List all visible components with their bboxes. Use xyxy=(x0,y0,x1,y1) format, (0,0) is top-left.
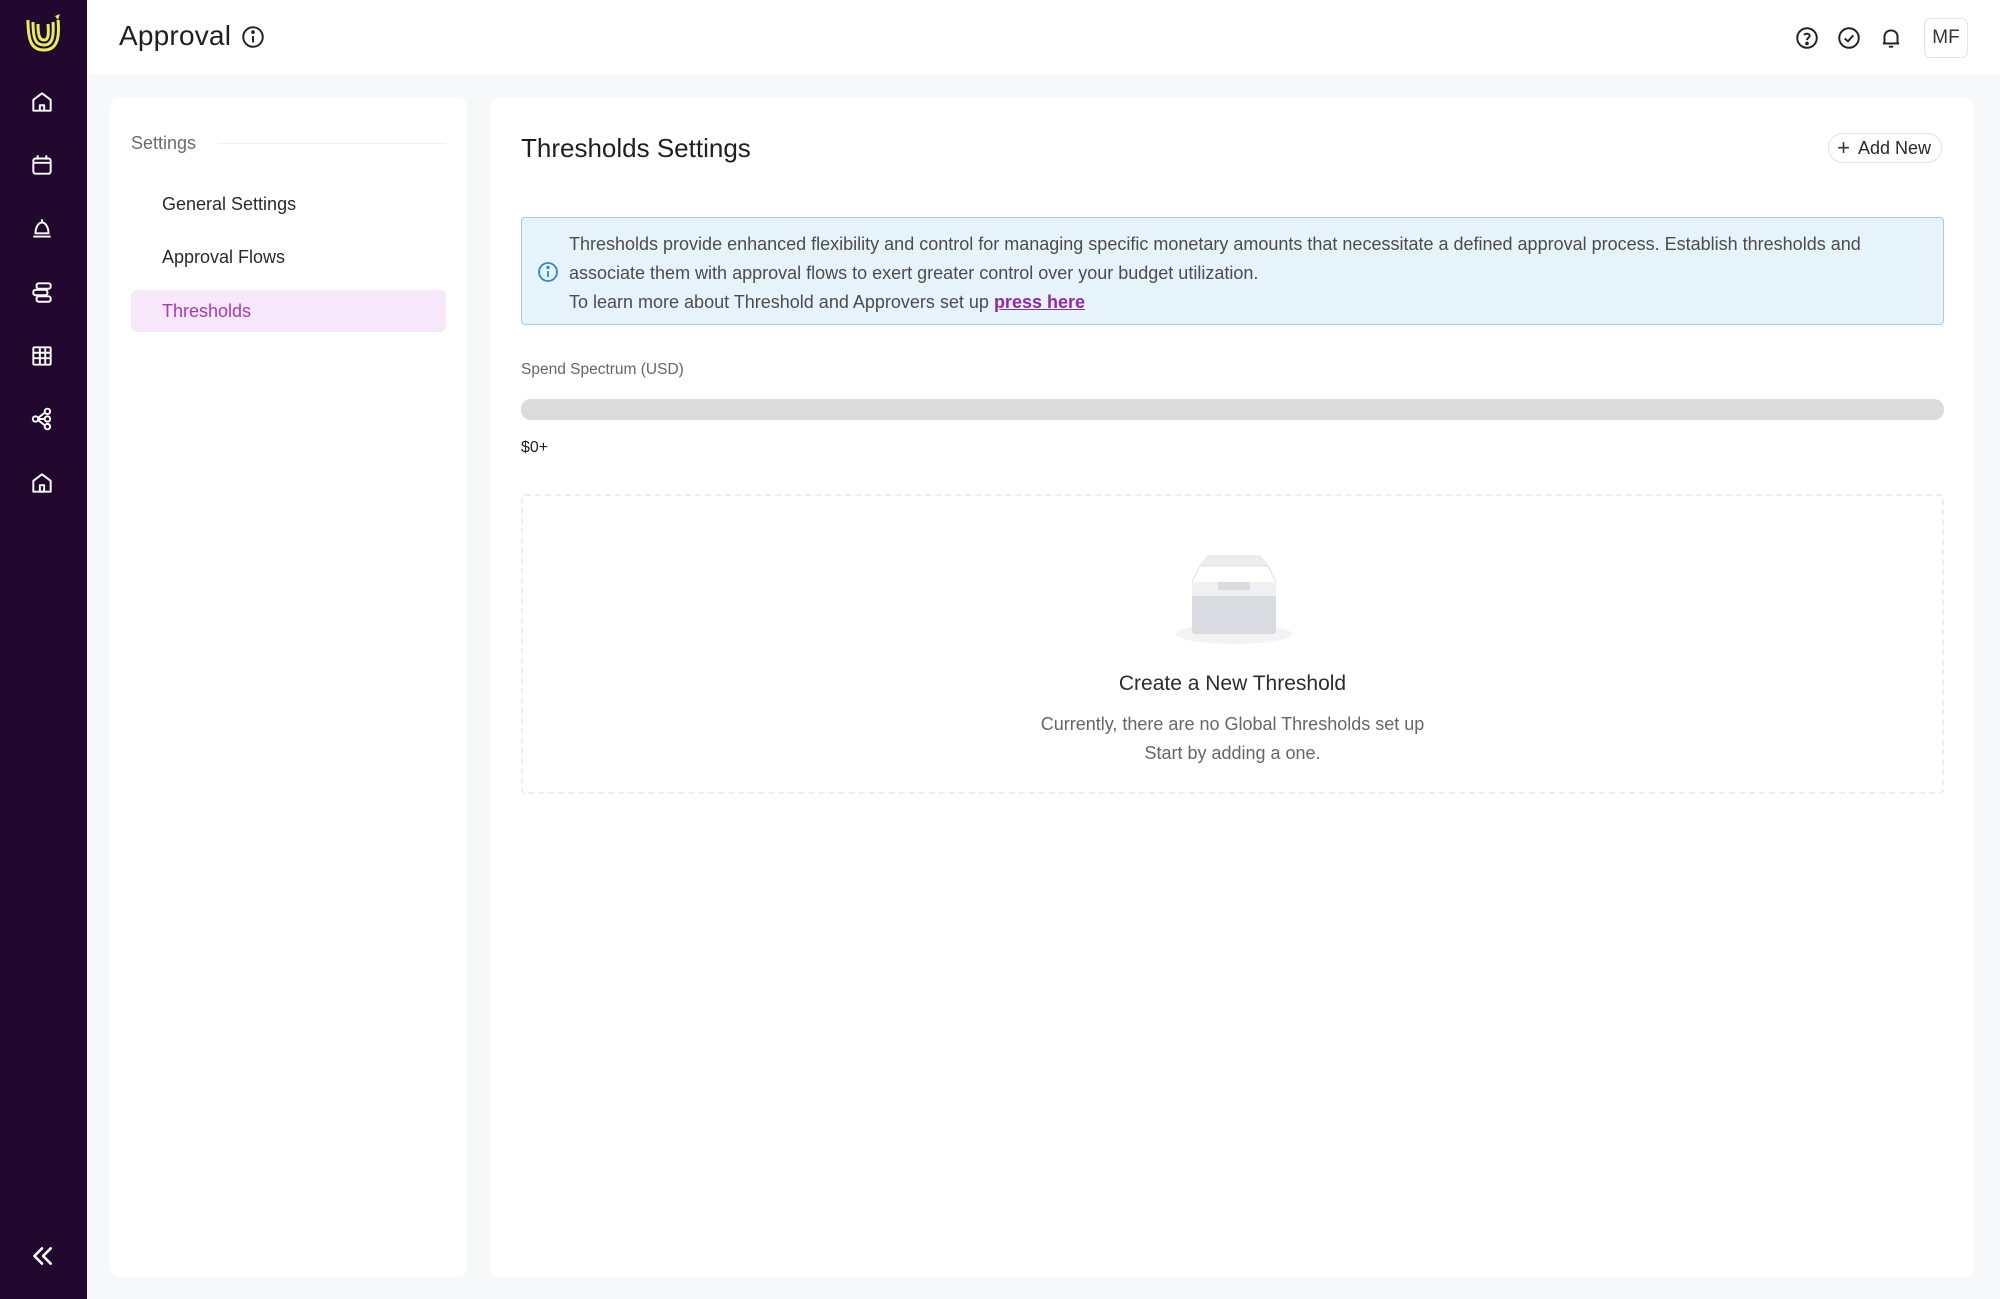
section-title: Thresholds Settings xyxy=(521,133,751,163)
settings-panel: Settings General Settings Approval Flows… xyxy=(110,97,467,1277)
left-nav-rail xyxy=(0,0,87,1299)
add-new-button[interactable]: + Add New xyxy=(1828,133,1942,163)
divider xyxy=(218,143,446,144)
empty-state: Create a New Threshold Currently, there … xyxy=(521,494,1944,794)
info-text: Thresholds provide enhanced flexibility … xyxy=(569,230,1919,317)
double-chevron-left-icon[interactable] xyxy=(26,1240,58,1272)
app-logo[interactable] xyxy=(22,12,66,56)
spend-spectrum-bar xyxy=(521,399,1944,420)
info-icon xyxy=(536,260,560,284)
notification-bell-icon[interactable] xyxy=(1878,25,1904,51)
user-avatar[interactable]: MF xyxy=(1924,18,1968,58)
info-icon[interactable] xyxy=(240,24,266,50)
add-new-label: Add New xyxy=(1857,137,1931,158)
top-header: Approval MF xyxy=(87,0,2000,74)
page-title: Approval xyxy=(119,20,232,51)
plus-icon: + xyxy=(1837,135,1850,160)
building-home-icon[interactable] xyxy=(26,467,58,499)
empty-state-description: Currently, there are no Global Threshold… xyxy=(523,710,1942,768)
spend-spectrum-label: Spend Spectrum (USD) xyxy=(521,361,684,378)
stacked-cards-icon[interactable] xyxy=(26,276,58,308)
empty-inbox-icon xyxy=(1174,554,1294,646)
press-here-link[interactable]: press here xyxy=(994,292,1085,312)
home-icon[interactable] xyxy=(26,86,58,118)
empty-state-line-1: Currently, there are no Global Threshold… xyxy=(1040,714,1425,734)
settings-item-thresholds[interactable]: Thresholds xyxy=(131,290,446,332)
help-icon[interactable] xyxy=(1794,25,1820,51)
bell-stand-icon[interactable] xyxy=(26,213,58,245)
settings-heading: Settings xyxy=(131,133,197,153)
check-circle-icon[interactable] xyxy=(1836,25,1862,51)
empty-state-title: Create a New Threshold xyxy=(1118,672,1347,695)
share-nodes-icon[interactable] xyxy=(26,403,58,435)
info-learn-more: To learn more about Threshold and Approv… xyxy=(569,288,1919,317)
spend-spectrum-min-label: $0+ xyxy=(521,439,549,456)
settings-item-approval-flows[interactable]: Approval Flows xyxy=(131,236,446,278)
table-icon[interactable] xyxy=(26,340,58,372)
settings-item-general-settings[interactable]: General Settings xyxy=(131,183,446,225)
empty-state-line-2: Start by adding a one. xyxy=(1144,743,1321,763)
main-panel: Thresholds Settings + Add New Thresholds… xyxy=(490,97,1974,1277)
info-learn-more-text: To learn more about Threshold and Approv… xyxy=(569,292,994,312)
calendar-icon[interactable] xyxy=(26,149,58,181)
info-description: Thresholds provide enhanced flexibility … xyxy=(569,234,1861,283)
info-banner: Thresholds provide enhanced flexibility … xyxy=(521,217,1944,325)
